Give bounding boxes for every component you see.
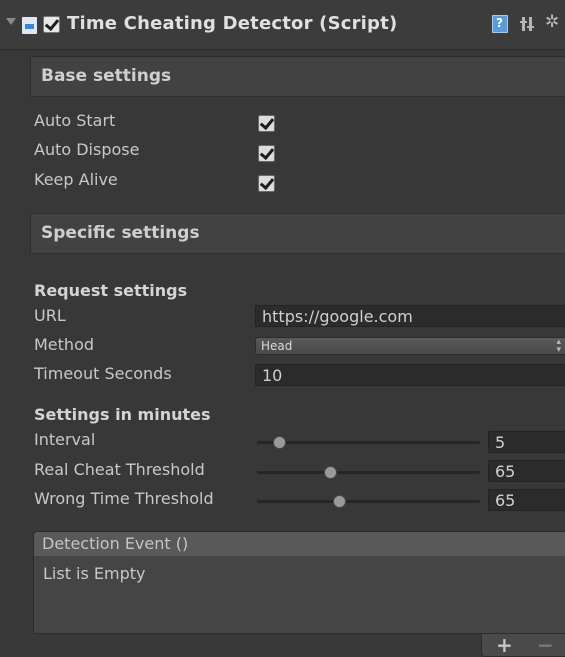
component-enabled-checkbox[interactable] xyxy=(43,16,60,33)
auto-dispose-label: Auto Dispose xyxy=(34,140,140,159)
interval-label: Interval xyxy=(34,430,96,449)
wrong-time-threshold-slider-track[interactable] xyxy=(257,500,480,503)
real-cheat-threshold-slider-thumb[interactable] xyxy=(324,466,338,479)
url-input[interactable]: https://google.com xyxy=(255,305,565,327)
wrong-time-threshold-slider-thumb[interactable] xyxy=(333,495,346,508)
method-label: Method xyxy=(34,335,95,354)
real-cheat-threshold-value-field[interactable]: 65 xyxy=(488,460,565,482)
timeout-seconds-label: Timeout Seconds xyxy=(34,364,172,383)
wrong-time-threshold-value-field[interactable]: 65 xyxy=(488,489,565,511)
auto-dispose-checkbox[interactable] xyxy=(258,145,275,162)
dropdown-arrows-icon: ▴ ▾ xyxy=(556,337,561,355)
settings-in-minutes-heading: Settings in minutes xyxy=(34,405,211,424)
detection-event-title: Detection Event () xyxy=(42,534,189,553)
real-cheat-threshold-slider-track[interactable] xyxy=(257,471,480,474)
keep-alive-label: Keep Alive xyxy=(34,170,118,189)
detection-event-list: List is Empty xyxy=(33,556,565,634)
help-icon[interactable] xyxy=(492,15,508,33)
list-empty-text: List is Empty xyxy=(43,564,146,583)
gear-icon[interactable]: ✲ xyxy=(545,12,559,32)
event-list-footer: + − xyxy=(481,633,565,657)
request-settings-heading: Request settings xyxy=(34,281,188,300)
component-header[interactable]: Time Cheating Detector (Script) ✲ xyxy=(0,0,565,50)
auto-start-label: Auto Start xyxy=(34,111,116,130)
method-dropdown[interactable]: Head ▴ ▾ xyxy=(255,337,565,355)
auto-start-checkbox[interactable] xyxy=(258,115,275,132)
url-label: URL xyxy=(34,306,66,325)
foldout-arrow-icon[interactable] xyxy=(6,18,16,25)
detection-event-header: Detection Event () xyxy=(33,531,565,556)
specific-settings-header: Specific settings xyxy=(30,213,565,254)
interval-value-field[interactable]: 5 xyxy=(488,431,565,453)
wrong-time-threshold-label: Wrong Time Threshold xyxy=(34,489,214,508)
timeout-seconds-input[interactable]: 10 xyxy=(255,364,565,386)
base-settings-title: Base settings xyxy=(41,66,172,86)
base-settings-header: Base settings xyxy=(30,56,565,97)
preset-icon[interactable] xyxy=(520,16,534,32)
component-title: Time Cheating Detector (Script) xyxy=(67,13,398,34)
interval-slider-track[interactable] xyxy=(257,441,480,444)
script-icon xyxy=(22,17,37,34)
remove-listener-button[interactable]: − xyxy=(537,633,554,657)
specific-settings-title: Specific settings xyxy=(41,223,200,243)
interval-slider-thumb[interactable] xyxy=(272,436,286,449)
add-listener-button[interactable]: + xyxy=(496,633,513,657)
real-cheat-threshold-label: Real Cheat Threshold xyxy=(34,460,205,479)
method-dropdown-value: Head xyxy=(261,339,293,353)
keep-alive-checkbox[interactable] xyxy=(258,175,275,192)
